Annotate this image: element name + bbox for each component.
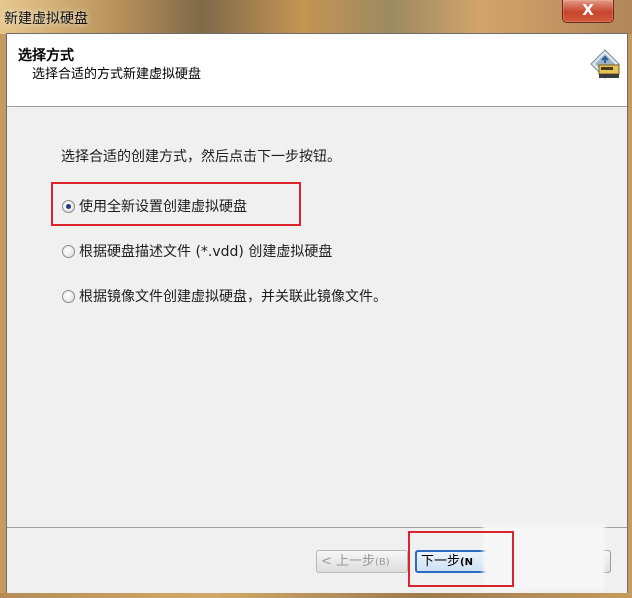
page-subtitle: 选择合适的方式新建虚拟硬盘 [32, 67, 202, 82]
close-button[interactable]: X [562, 0, 614, 23]
option-new-settings[interactable]: 使用全新设置创建虚拟硬盘 [62, 196, 247, 216]
option-from-vdd[interactable]: 根据硬盘描述文件 (*.vdd) 创建虚拟硬盘 [62, 241, 332, 261]
wizard-header: 选择方式 选择合适的方式新建虚拟硬盘 [7, 34, 627, 107]
radio-button-checked-icon[interactable] [62, 199, 75, 213]
back-button-label: < 上一步 [321, 554, 376, 569]
window-bottom-border [0, 593, 632, 598]
option-from-image[interactable]: 根据镜像文件创建虚拟硬盘，并关联此镜像文件。 [62, 286, 387, 306]
back-button[interactable]: < 上一步(B) [316, 550, 408, 573]
radio-button-icon[interactable] [62, 289, 75, 303]
page-title: 选择方式 [18, 48, 74, 64]
dialog-window: 新建虚拟硬盘 X 选择方式 选择合适的方式新建虚拟硬盘 选择合适的创建方式，然后… [0, 0, 632, 598]
option-label: 根据镜像文件创建虚拟硬盘，并关联此镜像文件。 [79, 289, 387, 305]
back-accelerator: (B) [375, 557, 390, 568]
dialog-client-area: 选择方式 选择合适的方式新建虚拟硬盘 选择合适的创建方式，然后点击下一步按钮。 … [6, 33, 628, 595]
instruction-text: 选择合适的创建方式，然后点击下一步按钮。 [61, 149, 341, 165]
option-label: 根据硬盘描述文件 (*.vdd) 创建虚拟硬盘 [79, 244, 333, 260]
highlight-box-next [408, 531, 514, 587]
wizard-disk-icon [590, 49, 620, 79]
window-title: 新建虚拟硬盘 [4, 11, 88, 27]
title-bar[interactable]: 新建虚拟硬盘 X [0, 0, 632, 34]
option-label: 使用全新设置创建虚拟硬盘 [79, 199, 247, 215]
radio-button-icon[interactable] [62, 244, 75, 258]
